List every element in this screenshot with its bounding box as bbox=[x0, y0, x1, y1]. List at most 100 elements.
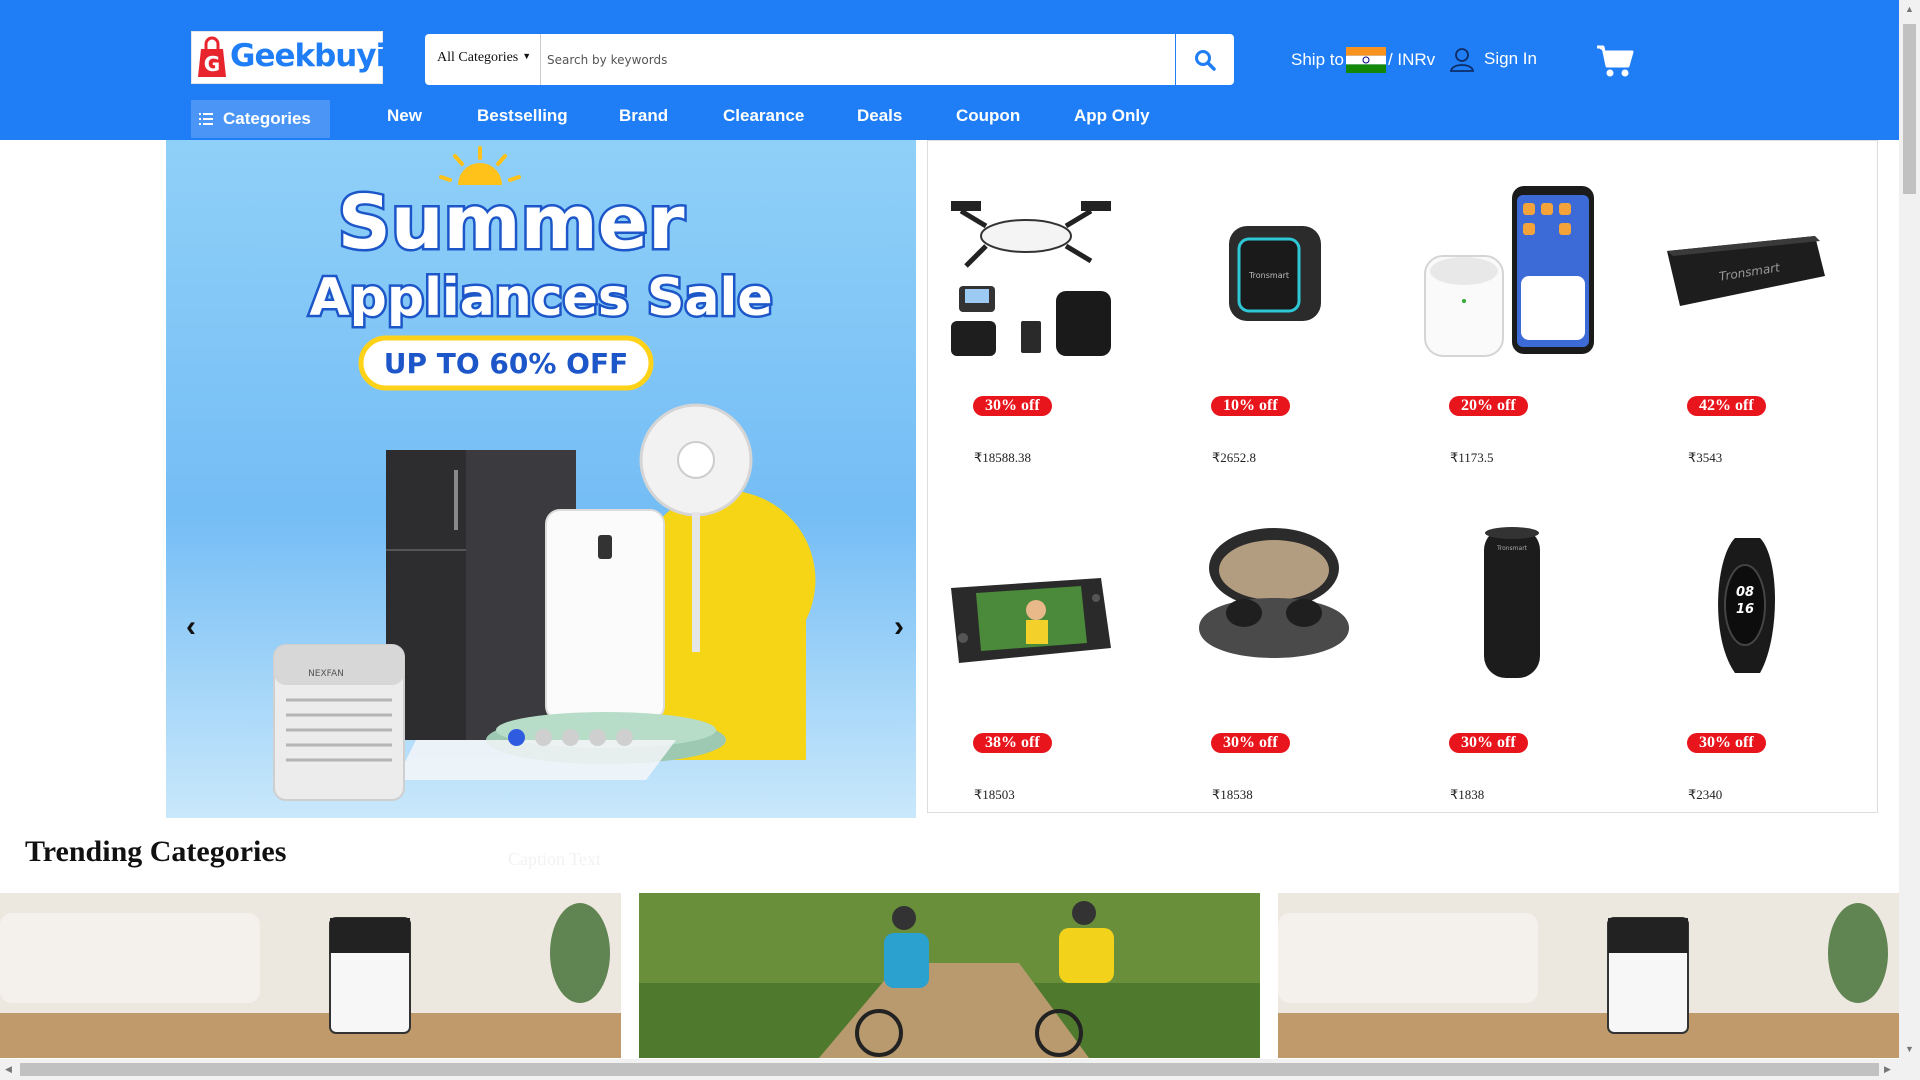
ship-to-selector[interactable]: Ship to / INRv bbox=[1291, 47, 1435, 73]
sign-in-label: Sign In bbox=[1484, 49, 1537, 68]
dehumidifier-icon bbox=[545, 509, 665, 721]
discount-badge: 10% off bbox=[1211, 396, 1290, 416]
nav-new[interactable]: New bbox=[387, 106, 422, 126]
india-flag-icon bbox=[1345, 47, 1386, 73]
main-nav: Categories New Bestselling Brand Clearan… bbox=[0, 100, 1899, 140]
deals-grid: 30% off ₹18588.38 Tronsmart 10% off ₹265… bbox=[927, 140, 1878, 813]
price: ₹18588.38 bbox=[974, 450, 1032, 465]
horizontal-scrollbar[interactable]: ◀ ▶ bbox=[0, 1059, 1899, 1080]
slide-caption: Caption Text bbox=[508, 849, 601, 869]
svg-text:G: G bbox=[204, 52, 220, 76]
deal-card-earbuds-phone[interactable]: 20% off ₹1173.5 bbox=[1417, 181, 1617, 481]
categories-label: Categories bbox=[223, 109, 311, 128]
nav-brand[interactable]: Brand bbox=[619, 106, 668, 126]
search-category-label: All Categories bbox=[437, 50, 519, 65]
search-bar: All Categories ▼ bbox=[425, 34, 1234, 85]
earbuds-case-icon bbox=[1199, 528, 1349, 658]
speaker-icon: Tronsmart bbox=[1229, 226, 1321, 321]
currency-label: / INRv bbox=[1387, 50, 1436, 69]
nav-bestselling[interactable]: Bestselling bbox=[477, 106, 568, 126]
trending-categories-heading: Trending Categories bbox=[25, 835, 287, 868]
scroll-up-icon[interactable]: ▲ bbox=[1905, 4, 1914, 14]
trending-tile-robot-vacuum[interactable] bbox=[0, 893, 621, 1058]
nav-clearance[interactable]: Clearance bbox=[723, 106, 804, 126]
band-time-hours: 08 bbox=[1736, 585, 1754, 600]
drone-icon bbox=[951, 201, 1111, 356]
price: ₹2340 bbox=[1688, 787, 1723, 802]
discount-badge: 20% off bbox=[1449, 396, 1528, 416]
tronsmart-logo: Tronsmart bbox=[1496, 545, 1528, 552]
discount-badge: 42% off bbox=[1687, 396, 1766, 416]
discount-badge: 38% off bbox=[973, 733, 1052, 753]
banner-prev-arrow[interactable]: ‹ bbox=[186, 610, 196, 644]
price: ₹2652.8 bbox=[1212, 450, 1257, 465]
deal-card-fitness-band[interactable]: 08 16 30% off ₹2340 bbox=[1655, 518, 1855, 818]
deal-card-speaker[interactable]: Tronsmart 10% off ₹2652.8 bbox=[1179, 181, 1379, 481]
scroll-left-icon[interactable]: ◀ bbox=[5, 1064, 12, 1075]
slide-dot-2[interactable] bbox=[535, 729, 552, 746]
nav-app-only[interactable]: App Only bbox=[1074, 106, 1150, 126]
scroll-down-icon[interactable]: ▼ bbox=[1905, 1044, 1914, 1054]
tower-speaker-icon: Tronsmart bbox=[1484, 527, 1540, 678]
price: ₹1838 bbox=[1450, 787, 1485, 802]
banner-next-arrow[interactable]: › bbox=[894, 610, 904, 644]
price: ₹3543 bbox=[1688, 450, 1723, 465]
cycling-image bbox=[639, 893, 1260, 1058]
cart-icon[interactable] bbox=[1596, 44, 1634, 78]
price: ₹18503 bbox=[974, 787, 1015, 802]
deal-card-drone[interactable]: 30% off ₹18588.38 bbox=[941, 181, 1141, 481]
trending-tile-robot-vacuum-2[interactable] bbox=[1278, 893, 1899, 1058]
price: ₹1173.5 bbox=[1450, 450, 1494, 465]
fitness-band-icon: 08 16 bbox=[1718, 538, 1775, 673]
horizontal-scroll-thumb[interactable] bbox=[20, 1063, 1879, 1076]
deal-card-handheld[interactable]: 38% off ₹18503 bbox=[941, 518, 1141, 818]
banner-artwork: Summer Appliances Sale UP TO 60% OFF NEX… bbox=[273, 146, 816, 801]
vertical-scroll-thumb[interactable] bbox=[1903, 24, 1916, 194]
summer-sale-banner[interactable]: Summer Appliances Sale UP TO 60% OFF NEX… bbox=[166, 140, 916, 818]
scroll-right-icon[interactable]: ▶ bbox=[1884, 1064, 1891, 1075]
soundbar-icon: Tronsmart bbox=[1667, 236, 1825, 306]
banner-pagination bbox=[508, 729, 633, 746]
search-button[interactable] bbox=[1175, 34, 1234, 85]
tronsmart-logo: Tronsmart bbox=[1248, 271, 1289, 280]
geekbuying-logo[interactable]: G Geekbuying bbox=[191, 31, 428, 84]
search-category-select[interactable]: All Categories ▼ bbox=[425, 34, 541, 85]
caret-down-icon: ▼ bbox=[522, 51, 532, 61]
discount-badge: 30% off bbox=[1449, 733, 1528, 753]
search-icon bbox=[1195, 49, 1216, 71]
deal-card-earbuds[interactable]: 30% off ₹18538 bbox=[1179, 518, 1379, 818]
logo-text: Geekbuying bbox=[230, 38, 428, 74]
slide-dot-1[interactable] bbox=[508, 729, 525, 746]
ship-to-label: Ship to bbox=[1291, 50, 1344, 69]
price: ₹18538 bbox=[1212, 787, 1253, 802]
robot-vacuum-image bbox=[0, 893, 621, 1058]
band-time-minutes: 16 bbox=[1736, 602, 1754, 617]
nexfan-brand: NEXFAN bbox=[308, 669, 344, 679]
discount-badge: 30% off bbox=[973, 396, 1052, 416]
categories-menu-button[interactable]: Categories bbox=[191, 100, 330, 138]
banner-headline-1: Summer bbox=[338, 180, 685, 266]
deal-card-tower-speaker[interactable]: Tronsmart 30% off ₹1838 bbox=[1417, 518, 1617, 818]
nav-deals[interactable]: Deals bbox=[857, 106, 902, 126]
earbuds-phone-icon bbox=[1424, 186, 1594, 357]
robot-vacuum-image bbox=[1278, 893, 1899, 1058]
top-header: G Geekbuying All Categories▼ Ship to / I… bbox=[0, 0, 1899, 140]
shopping-bag-logo-icon: G bbox=[198, 36, 226, 77]
handheld-console-icon bbox=[951, 578, 1111, 663]
hamburger-icon bbox=[199, 113, 213, 125]
vertical-scrollbar[interactable]: ▲ ▼ bbox=[1899, 0, 1920, 1080]
slide-dot-4[interactable] bbox=[589, 729, 606, 746]
air-cooler-icon: NEXFAN bbox=[273, 644, 405, 801]
deal-card-soundbar[interactable]: Tronsmart 42% off ₹3543 bbox=[1655, 181, 1855, 481]
nav-coupon[interactable]: Coupon bbox=[956, 106, 1020, 126]
sign-in-link[interactable]: Sign In bbox=[1449, 46, 1537, 72]
offer-text: UP TO 60% OFF bbox=[384, 347, 628, 380]
user-icon bbox=[1449, 48, 1475, 72]
slide-dot-5[interactable] bbox=[616, 729, 633, 746]
trending-tile-cycling[interactable] bbox=[639, 893, 1260, 1058]
search-input[interactable] bbox=[542, 35, 1170, 84]
discount-badge: 30% off bbox=[1687, 733, 1766, 753]
discount-badge: 30% off bbox=[1211, 733, 1290, 753]
banner-headline-2: Appliances Sale bbox=[309, 268, 772, 328]
slide-dot-3[interactable] bbox=[562, 729, 579, 746]
